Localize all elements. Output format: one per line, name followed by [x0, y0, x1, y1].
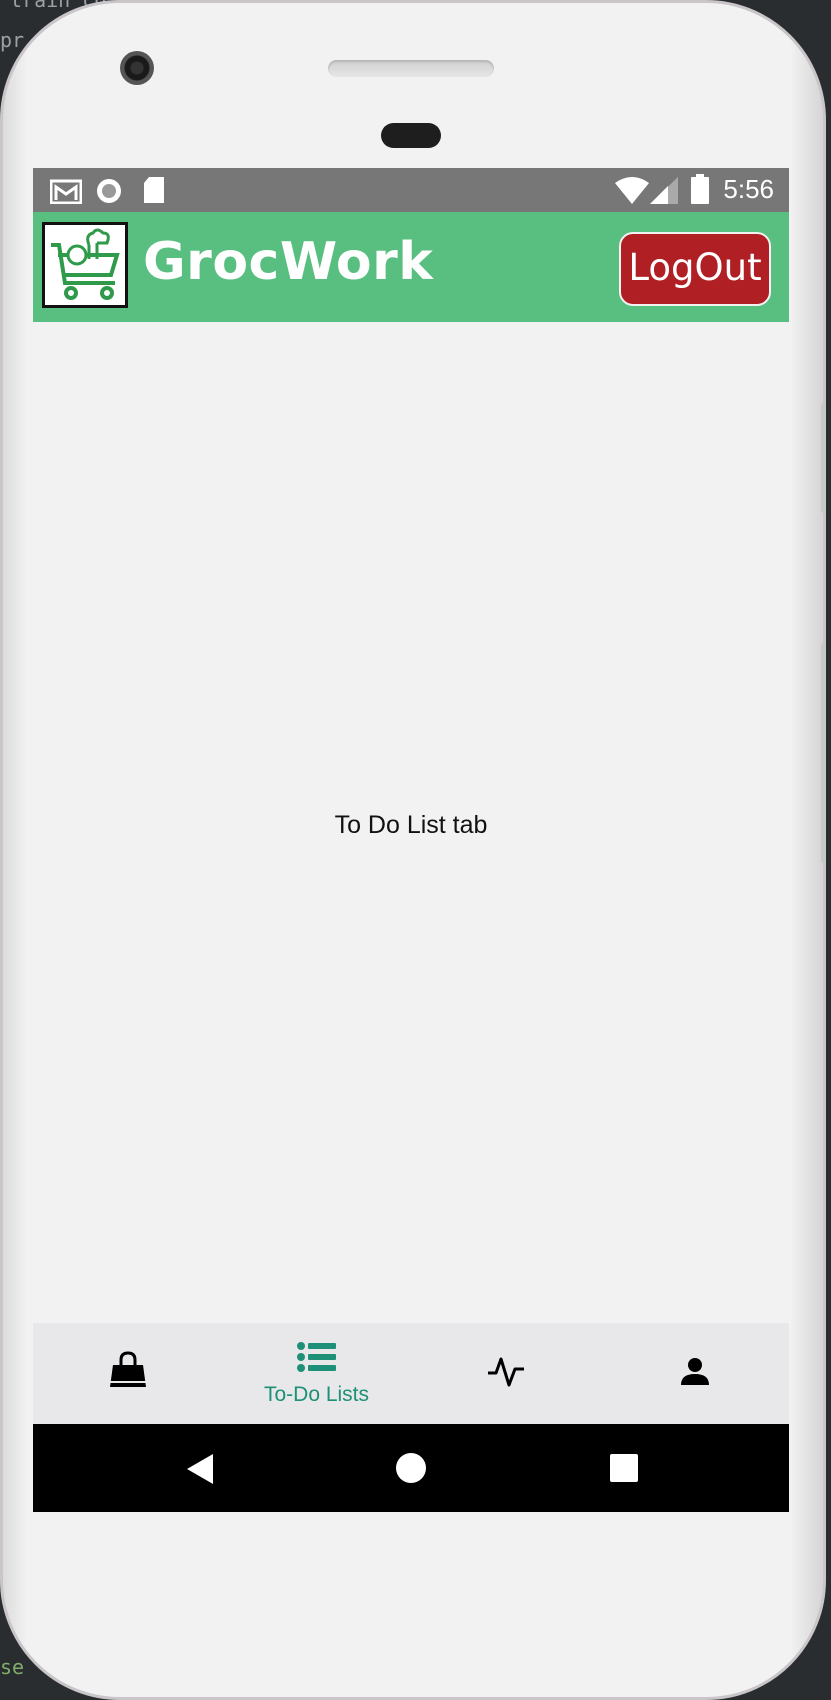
tab-label: To-Do Lists	[263, 1383, 370, 1406]
shopping-bag-icon	[108, 1351, 148, 1393]
bottom-navigation: To-Do Lists	[33, 1323, 789, 1424]
phone-frame: 5:56 GrocWork LogOut To Do List tab To-D…	[0, 0, 826, 1700]
power-button	[821, 643, 826, 863]
tab-content-message: To Do List tab	[334, 811, 488, 839]
tab-profile[interactable]	[600, 1323, 789, 1424]
system-navigation-bar	[33, 1424, 789, 1512]
proximity-sensor	[381, 123, 441, 148]
grocwork-logo	[42, 222, 128, 308]
list-icon	[296, 1341, 337, 1377]
app-bar: GrocWork LogOut	[33, 212, 789, 322]
device-screen: 5:56 GrocWork LogOut To Do List tab To-D…	[33, 168, 789, 1512]
status-bar: 5:56	[33, 168, 789, 212]
person-icon	[680, 1357, 710, 1389]
gmail-icon	[49, 178, 83, 208]
battery-icon	[691, 174, 709, 208]
back-icon[interactable]	[186, 1453, 214, 1489]
home-icon[interactable]	[396, 1453, 426, 1487]
earpiece-speaker	[328, 60, 494, 77]
front-camera	[120, 51, 154, 85]
volume-button	[821, 403, 826, 513]
background-code-snippet-bottom: se	[0, 1655, 25, 1679]
circle-record-icon	[96, 178, 122, 208]
activity-icon	[487, 1355, 525, 1393]
signal-icon	[650, 177, 678, 208]
status-time: 5:56	[723, 174, 774, 204]
sd-card-icon	[143, 176, 165, 208]
logout-button[interactable]: LogOut	[619, 232, 771, 306]
tab-shopping[interactable]	[33, 1323, 222, 1424]
app-title: GrocWork	[143, 232, 434, 292]
wifi-icon	[615, 177, 649, 208]
tab-todo-lists[interactable]: To-Do Lists	[222, 1323, 411, 1424]
recents-icon[interactable]	[610, 1454, 638, 1486]
tab-activity[interactable]	[411, 1323, 600, 1424]
background-code-snippet-left: pr	[0, 28, 25, 52]
